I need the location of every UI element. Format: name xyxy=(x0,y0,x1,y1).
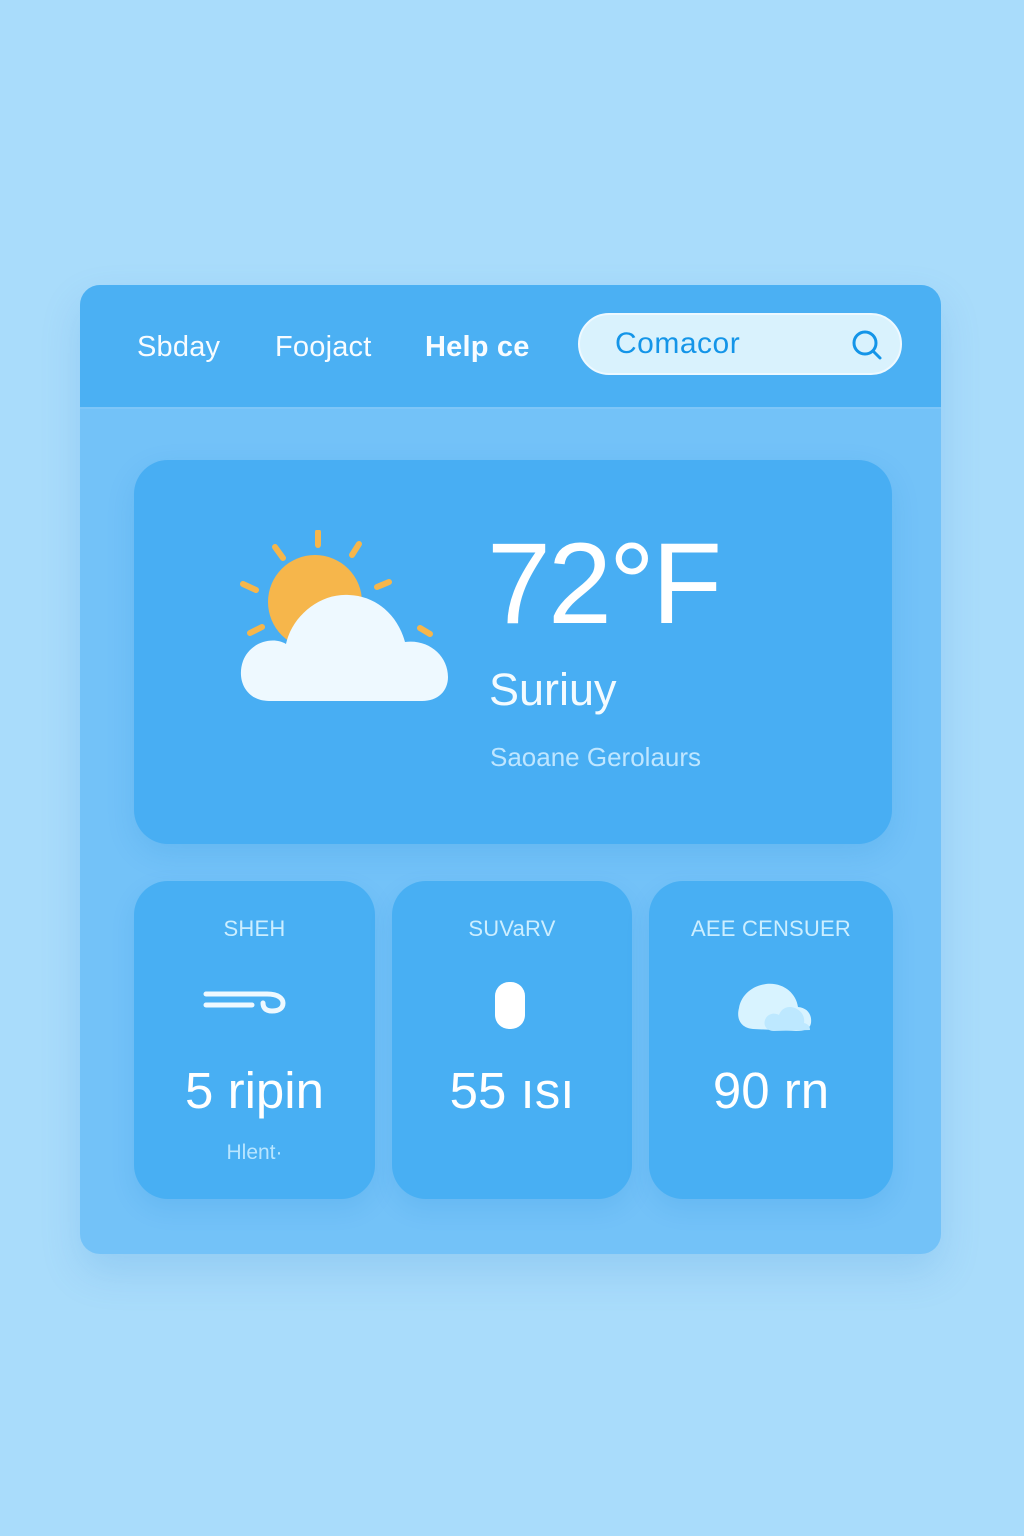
search-field[interactable]: Comacor xyxy=(578,313,902,375)
partly-sunny-icon xyxy=(240,530,448,701)
wind-value: 5 ripin xyxy=(185,1062,324,1119)
wind-subtext: Hlent· xyxy=(226,1141,283,1164)
top-navigation-bar: Sbday Foojact Help ce Comacor xyxy=(80,285,941,407)
weather-condition: Suriuy xyxy=(489,664,617,715)
air-quality-icon xyxy=(738,983,812,1031)
wind-title: SHEH xyxy=(223,916,286,941)
air-quality-title: AEE CENSUER xyxy=(691,916,851,941)
location-label: Saoane Gerolaurs xyxy=(490,742,702,772)
nav-item-foojact[interactable]: Foojact xyxy=(275,323,372,371)
wind-card: SHEH 5 ripin Hlent· xyxy=(134,881,375,1199)
nav-item-sbday[interactable]: Sbday xyxy=(137,323,220,371)
air-quality-value: 90 rn xyxy=(712,1062,830,1119)
current-weather-card: 72°F Suriuy Saoane Gerolaurs xyxy=(134,460,892,844)
search-input-value[interactable]: Comacor xyxy=(615,315,740,373)
humidity-title: SUVaRV xyxy=(468,916,556,941)
humidity-value: 55 ısı xyxy=(449,1062,575,1119)
current-temperature: 72°F xyxy=(487,520,722,648)
humidity-card: SUVaRV 55 ısı xyxy=(392,881,632,1199)
search-icon[interactable] xyxy=(850,328,884,362)
weather-app-window: Sbday Foojact Help ce Comacor 72°F Suriu… xyxy=(80,285,941,1254)
nav-item-help[interactable]: Help ce xyxy=(425,323,530,371)
humidity-icon xyxy=(495,982,525,1029)
wind-icon xyxy=(203,991,286,1014)
air-quality-card: AEE CENSUER 90 rn xyxy=(649,881,893,1199)
